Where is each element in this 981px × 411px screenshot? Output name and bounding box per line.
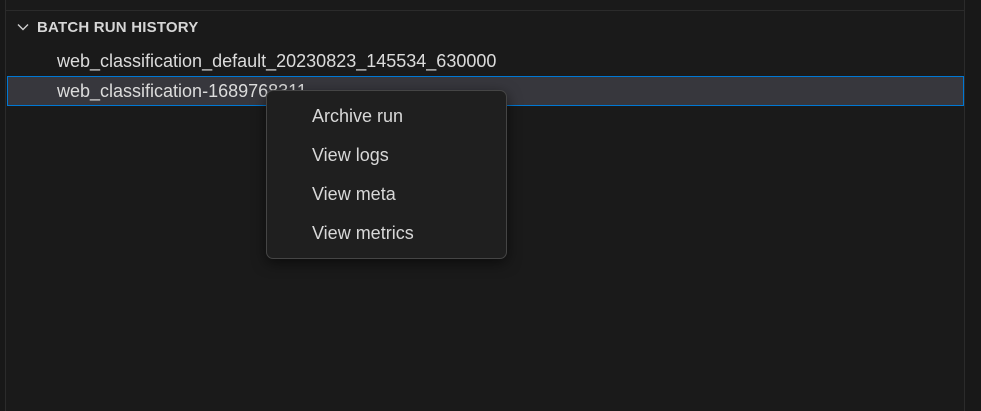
section-title: BATCH RUN HISTORY [37, 18, 199, 36]
menu-item-view-logs[interactable]: View logs [267, 136, 506, 175]
menu-item-label: View meta [312, 184, 396, 204]
menu-item-label: View metrics [312, 223, 414, 243]
chevron-down-icon[interactable] [15, 19, 31, 35]
menu-item-view-meta[interactable]: View meta [267, 175, 506, 214]
scrollbar-track[interactable] [964, 0, 981, 411]
run-label: web_classification_default_20230823_1455… [57, 50, 497, 71]
batch-run-history-panel: BATCH RUN HISTORY web_classification_def… [0, 0, 981, 411]
left-panel-edge [0, 0, 6, 411]
section-divider [6, 10, 964, 11]
run-list-item[interactable]: web_classification_default_20230823_1455… [7, 46, 964, 76]
menu-item-label: View logs [312, 145, 389, 165]
section-header[interactable]: BATCH RUN HISTORY [6, 14, 964, 40]
context-menu: Archive run View logs View meta View met… [266, 90, 507, 259]
menu-item-view-metrics[interactable]: View metrics [267, 214, 506, 253]
menu-item-label: Archive run [312, 106, 404, 126]
menu-item-archive-run[interactable]: Archive run [267, 97, 506, 136]
